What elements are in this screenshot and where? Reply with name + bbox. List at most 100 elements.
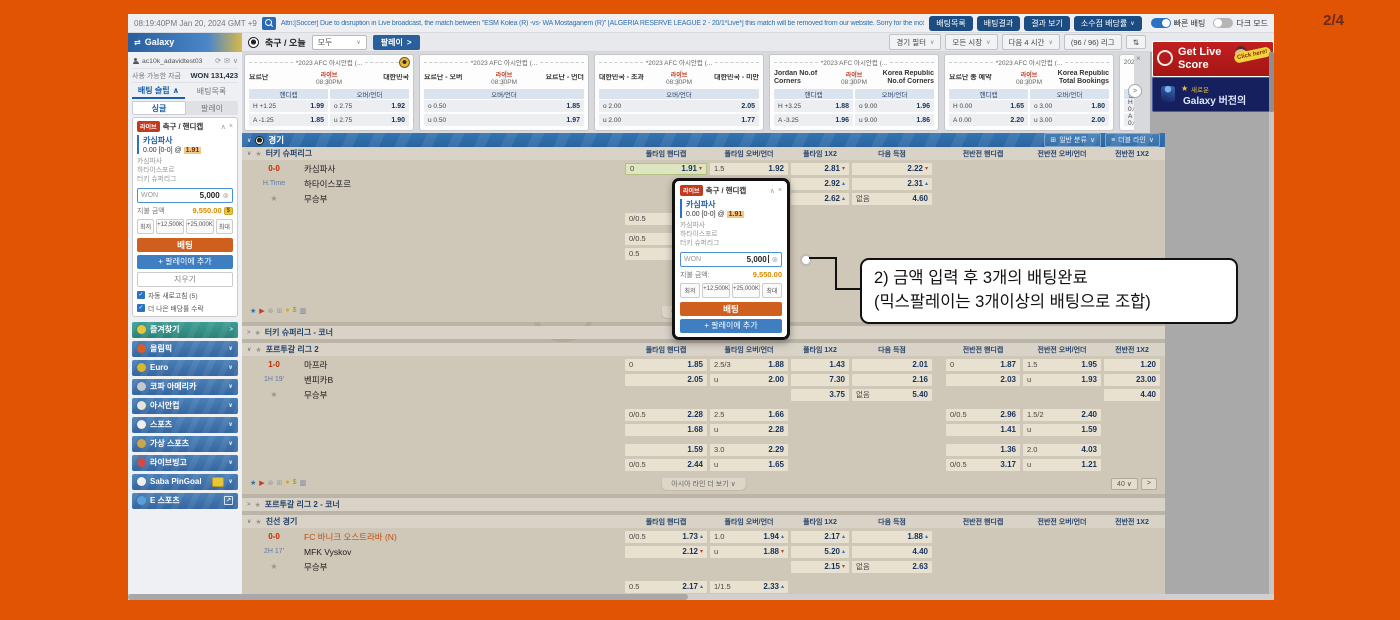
odds-cell[interactable]: 없음5.40 [852, 389, 932, 401]
odds-cell[interactable]: u1.88▾ [710, 546, 788, 558]
quick-amount-button[interactable]: 최대 [216, 219, 233, 234]
odds-cell[interactable]: u1.65 [710, 459, 788, 471]
odds-cell[interactable]: 2.04.03 [1023, 444, 1101, 456]
league-row[interactable]: ∨★포르투갈 리그 2풀타임 핸디캡풀타임 오버/언더풀타임 1X2다음 득점전… [242, 343, 1165, 356]
trophy-icon[interactable]: ● [285, 307, 289, 315]
collapse-icon[interactable]: ∨ [247, 518, 251, 525]
odds-cell[interactable]: H +1.251.99 [249, 100, 328, 112]
checkbox-checked[interactable]: ✓ [137, 304, 145, 312]
odds-cell[interactable]: 2.03 [946, 374, 1020, 386]
odds-cell[interactable]: u 2.001.77 [599, 114, 759, 126]
galaxy-banner[interactable]: ★ 새로운 Galaxy 버전의 [1152, 77, 1274, 112]
toggle-off[interactable]: 다크 모드 [1213, 18, 1268, 29]
odds-cell[interactable]: 2.81▾ [791, 163, 849, 175]
topbar-button[interactable]: 소수점 배당률∨ [1074, 16, 1142, 31]
odds-cell[interactable]: 0/0.52.44 [625, 459, 707, 471]
odds-cell[interactable]: A 0.002.20 [949, 114, 1028, 126]
collapse-icon[interactable]: > [247, 502, 251, 508]
currency-badge[interactable]: $ [224, 207, 233, 215]
odds-cell[interactable]: A -3.251.96 [774, 114, 853, 126]
collapse-icon[interactable]: ∧ [221, 123, 226, 131]
odds-cell[interactable]: 4.40 [1104, 389, 1160, 401]
favorite-star-icon[interactable]: ★ [255, 501, 261, 509]
quick-amount-button[interactable]: 최저 [680, 283, 700, 298]
odds-cell[interactable]: 2.51.66 [710, 409, 788, 421]
sidebar-item-코파 아메리카[interactable]: 코파 아메리카∨ [132, 379, 238, 395]
play-icon[interactable]: ▶ [259, 307, 264, 315]
odds-cell[interactable]: 3.75 [791, 389, 849, 401]
favorite-star-icon[interactable]: ★ [255, 329, 261, 337]
checkbox-row[interactable]: ✓자동 새로고침 (5) [137, 290, 233, 300]
more-lines-button[interactable]: 아시아 라인 더 보기 ∨ [660, 478, 746, 491]
sidebar-item-올림픽[interactable]: 올림픽∨ [132, 341, 238, 357]
odds-cell[interactable]: 2.17▴ [791, 531, 849, 543]
sidebar-item-스포츠[interactable]: 스포츠∨ [132, 417, 238, 433]
star-icon[interactable]: ★ [250, 307, 256, 315]
odds-cell[interactable]: u 9.001.86 [855, 114, 934, 126]
competition-select[interactable]: 모두 ∨ [312, 35, 367, 50]
dollar-icon[interactable]: $ [293, 307, 297, 315]
trophy-icon[interactable]: ● [285, 479, 289, 487]
tab-배팅목록[interactable]: 배팅목록 [185, 83, 238, 99]
bet-button[interactable]: 배팅 [680, 302, 782, 316]
odds-cell[interactable]: 1.68 [625, 424, 707, 436]
quick-amount-button[interactable]: 최저 [137, 219, 154, 234]
table-tool-dropdown[interactable]: ≡더블 라인∨ [1105, 133, 1160, 147]
odds-cell[interactable]: H +3.251.88 [774, 100, 853, 112]
sidebar-item-즐겨찾기[interactable]: 즐겨찾기> [132, 322, 238, 338]
clear-button[interactable]: 지우기 [137, 272, 233, 287]
filter-dropdown[interactable]: (96 / 96) 리그 [1064, 34, 1122, 50]
quick-amount-button[interactable]: +25,000K [186, 219, 214, 234]
mail-icon[interactable]: ✉ [224, 57, 230, 65]
odds-cell[interactable]: 01.85 [625, 359, 707, 371]
topbar-button[interactable]: 배팅목록 [929, 16, 972, 31]
odds-cell[interactable]: u2.00 [710, 374, 788, 386]
league-row[interactable]: ∨★친선 경기풀타임 핸디캡풀타임 오버/언더풀타임 1X2다음 득점전반전 핸… [242, 515, 1165, 528]
odds-cell[interactable]: u 3.002.00 [1030, 114, 1109, 126]
league-row[interactable]: ∨★터키 슈퍼리그풀타임 핸디캡풀타임 오버/언더풀타임 1X2다음 득점전반전… [242, 147, 1165, 160]
refresh-icon[interactable]: ⟳ [215, 57, 221, 65]
odds-cell[interactable]: u1.59 [1023, 424, 1101, 436]
checkbox-checked[interactable]: ✓ [137, 291, 145, 299]
parlay-view-button[interactable]: 팔레이 > [373, 35, 420, 50]
collapse-icon[interactable]: ∨ [247, 346, 251, 353]
odds-cell[interactable]: A -1.251.85 [249, 114, 328, 126]
subtab-싱글[interactable]: 싱글 [132, 101, 186, 115]
odds-cell[interactable]: u1.21 [1023, 459, 1101, 471]
tab-배팅 슬립[interactable]: 배팅 슬립∧ [132, 83, 185, 99]
odds-cell[interactable]: 없음4.60 [852, 193, 932, 205]
add-parlay-button[interactable]: + 팔레이에 추가 [137, 255, 233, 269]
odds-cell[interactable]: 1.36 [946, 444, 1020, 456]
favorite-star-icon[interactable]: ★ [270, 562, 277, 571]
checkbox-row[interactable]: ✓더 나은 배당률 수락 [137, 303, 233, 313]
filter-dropdown[interactable]: 다음 4 시간∨ [1002, 34, 1060, 50]
odds-cell[interactable]: u2.28 [710, 424, 788, 436]
toggle-switch[interactable] [1151, 18, 1171, 28]
collapse-icon[interactable]: ∨ [247, 137, 251, 144]
odds-cell[interactable]: 0/0.53.17 [946, 459, 1020, 471]
odds-cell[interactable]: 4.40 [852, 546, 932, 558]
favorite-star-icon[interactable]: ★ [255, 150, 261, 158]
odds-cell[interactable]: o 0.501.85 [424, 100, 584, 112]
live-score-banner[interactable]: Get Live Score Click here! [1152, 41, 1274, 77]
sidebar-item-가상 스포츠[interactable]: 가상 스포츠∨ [132, 436, 238, 452]
odds-cell[interactable]: H 0.001.65 [949, 100, 1028, 112]
user-row[interactable]: ac10k_adavidtest03 ⟳ ✉ ∨ [132, 54, 238, 68]
filter-dropdown[interactable]: 경기 필터∨ [889, 34, 941, 50]
brand-logo[interactable]: ⇄ Galaxy [128, 33, 242, 52]
subtab-팔레이[interactable]: 팔레이 [186, 101, 238, 115]
odds-cell[interactable]: 2.05 [625, 374, 707, 386]
collapse-icon[interactable]: > [247, 330, 251, 336]
odds-cell[interactable]: u 2.751.90 [330, 114, 409, 126]
odds-cell[interactable]: 23.00 [1104, 374, 1160, 386]
odds-cell[interactable]: u 0.501.97 [424, 114, 584, 126]
odds-cell[interactable]: 1.41 [946, 424, 1020, 436]
horizontal-scrollbar[interactable] [128, 594, 1274, 600]
odds-cell[interactable]: o 2.002.05 [599, 100, 759, 112]
collapse-icon[interactable]: ∨ [247, 150, 251, 157]
favorite-star-icon[interactable]: ★ [270, 390, 277, 399]
favorite-star-icon[interactable]: ★ [270, 194, 277, 203]
collapse-icon[interactable]: ∧ [770, 187, 775, 195]
odds-cell[interactable]: 1.5/22.40 [1023, 409, 1101, 421]
bet-button[interactable]: 배팅 [137, 238, 233, 252]
